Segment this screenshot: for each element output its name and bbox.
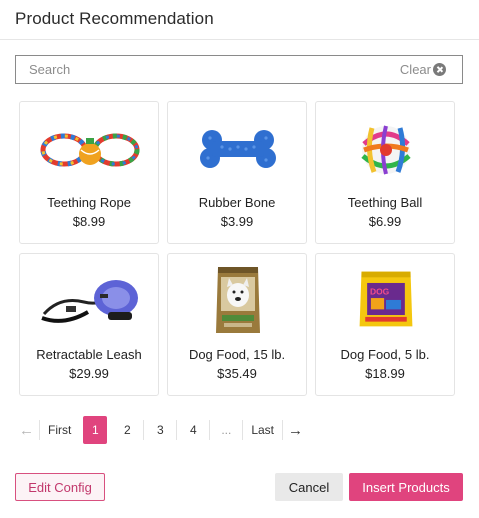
clear-search-button[interactable]: Clear [400, 62, 446, 77]
product-card[interactable]: Teething Rope $8.99 [19, 101, 159, 244]
dialog-header: Product Recommendation [0, 0, 479, 40]
product-card[interactable]: Dog Food, 15 lb. $35.49 [167, 253, 307, 396]
page-button-3[interactable]: 3 [144, 416, 176, 444]
page-button-2[interactable]: 2 [111, 416, 143, 444]
dialog-title: Product Recommendation [15, 9, 214, 28]
product-recommendation-dialog: Product Recommendation Clear Teething Ro… [0, 0, 479, 518]
product-price: $18.99 [365, 366, 405, 381]
product-price: $6.99 [368, 214, 402, 229]
clear-label: Clear [399, 62, 431, 77]
last-page-button[interactable]: Last [243, 416, 282, 444]
cancel-button[interactable]: Cancel [275, 473, 343, 501]
next-page-arrow-icon[interactable]: → [283, 416, 308, 444]
product-name: Teething Rope [47, 195, 131, 210]
product-price: $3.99 [220, 214, 254, 229]
dog-food-pouch-image: DOG [359, 271, 413, 327]
product-price: $29.99 [69, 366, 109, 381]
product-name: Teething Ball [347, 195, 423, 210]
product-card[interactable]: Rubber Bone $3.99 [167, 101, 307, 244]
product-card[interactable]: DOG Dog Food, 5 lb. $18.99 [315, 253, 455, 396]
leash-image [41, 280, 138, 323]
pagination: ← First 1 2 3 4 ... Last → [14, 416, 308, 444]
insert-products-button[interactable]: Insert Products [349, 473, 463, 501]
ball-toy-image [361, 125, 411, 175]
previous-page-arrow-icon[interactable]: ← [14, 416, 39, 444]
search-box: Clear [15, 55, 463, 84]
first-page-button[interactable]: First [40, 416, 79, 444]
product-card[interactable]: Teething Ball $6.99 [315, 101, 455, 244]
page-ellipsis: ... [221, 423, 232, 437]
product-name: Dog Food, 15 lb. [188, 347, 286, 362]
product-name: Retractable Leash [36, 347, 142, 362]
product-name: Dog Food, 5 lb. [340, 347, 430, 362]
page-button-1[interactable]: 1 [83, 416, 108, 444]
close-circle-icon [433, 63, 446, 76]
bone-toy-image [200, 130, 276, 168]
product-price: $35.49 [217, 366, 257, 381]
search-input[interactable] [16, 56, 386, 83]
svg-text:DOG: DOG [370, 286, 390, 296]
product-name: Rubber Bone [198, 195, 276, 210]
page-button-4[interactable]: 4 [177, 416, 209, 444]
edit-config-button[interactable]: Edit Config [15, 473, 105, 501]
rope-toy-image [40, 133, 140, 167]
dog-food-bag-image [216, 267, 260, 333]
product-card[interactable]: Retractable Leash $29.99 [19, 253, 159, 396]
product-price: $8.99 [72, 214, 106, 229]
